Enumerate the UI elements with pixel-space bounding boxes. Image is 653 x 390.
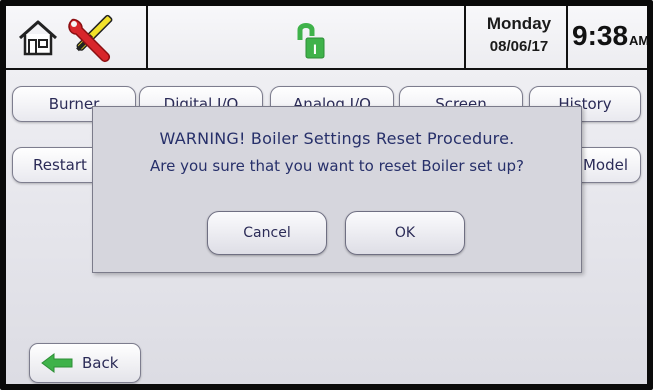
header-divider: [464, 6, 466, 68]
date-label: 08/06/17: [489, 38, 549, 55]
back-arrow-icon: [41, 353, 73, 373]
header-bar: I Monday 08/06/17 9:38AM: [6, 6, 647, 70]
tab-label: Model: [582, 156, 628, 174]
header-divider: [146, 6, 148, 68]
header-divider: [566, 6, 568, 68]
dialog-warning-title: WARNING! Boiler Settings Reset Procedure…: [159, 129, 515, 148]
tab-label: Restart: [33, 156, 87, 174]
time-label: 9:38: [572, 20, 629, 51]
lock-letter: I: [313, 41, 317, 57]
reset-confirm-dialog: WARNING! Boiler Settings Reset Procedure…: [92, 106, 582, 273]
ampm-label: AM: [629, 33, 650, 48]
screen: I Monday 08/06/17 9:38AM Burner Digital …: [0, 0, 653, 390]
unlock-icon: I: [297, 23, 325, 59]
ok-label: OK: [394, 225, 416, 241]
back-label: Back: [82, 354, 119, 372]
day-label: Monday: [486, 14, 552, 33]
ok-button[interactable]: OK: [345, 211, 465, 255]
back-button[interactable]: Back: [29, 343, 141, 383]
dialog-question: Are you sure that you want to reset Boil…: [150, 157, 524, 175]
clock: 9:38AM: [572, 20, 650, 52]
home-icon[interactable]: [16, 18, 60, 58]
cancel-button[interactable]: Cancel: [207, 211, 327, 255]
cancel-label: Cancel: [243, 225, 291, 241]
tools-icon[interactable]: [62, 12, 124, 64]
